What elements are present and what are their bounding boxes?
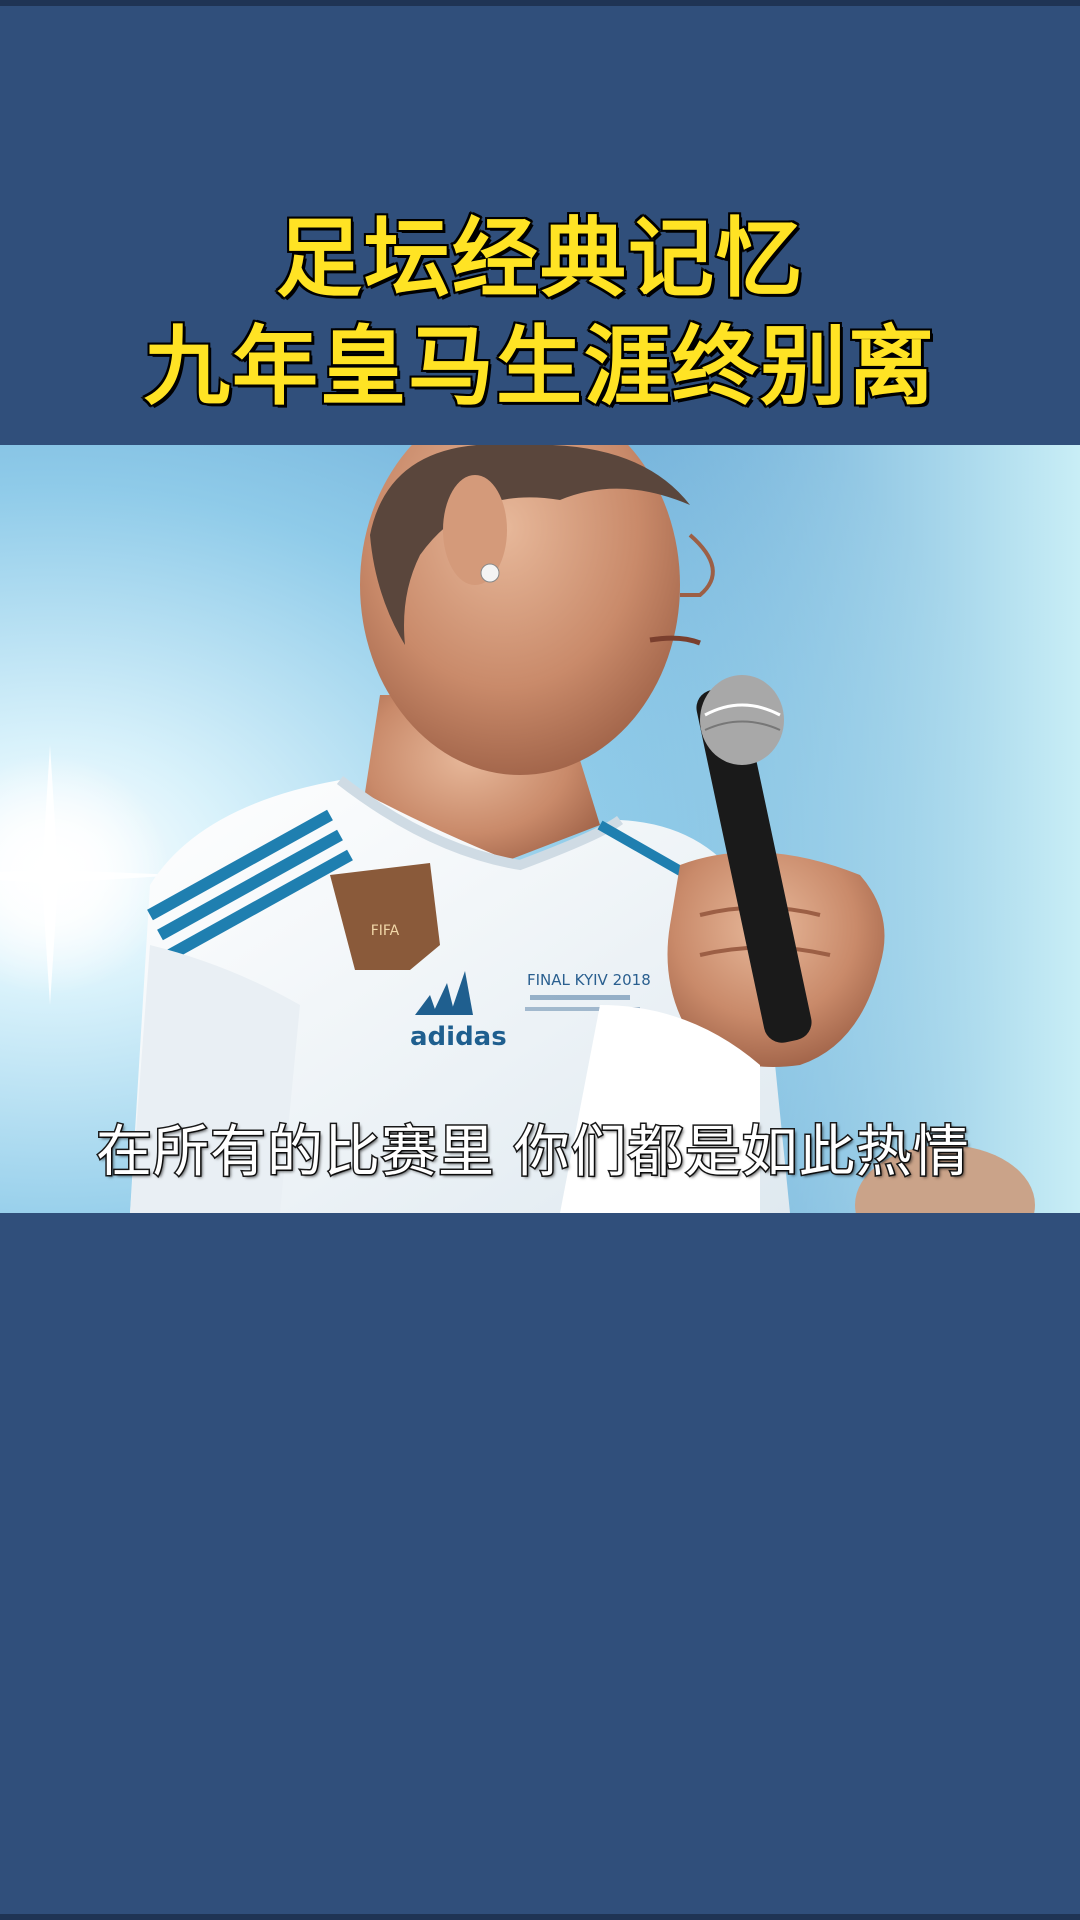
badge-text: FIFA bbox=[371, 923, 400, 939]
video-title: 足坛经典记忆 九年皇马生涯终别离 bbox=[0, 205, 1080, 421]
bottom-border bbox=[0, 1914, 1080, 1920]
title-line-2: 九年皇马生涯终别离 bbox=[142, 315, 936, 419]
jersey-text: FINAL KYIV 2018 bbox=[527, 971, 651, 989]
top-border bbox=[0, 0, 1080, 6]
video-subtitle: 在所有的比赛里 你们都是如此热情 bbox=[95, 1119, 971, 1187]
video-player[interactable]: FIFA adidas FINAL KYIV 2018 在所有的比赛里 你们都是… bbox=[0, 445, 1080, 1213]
brand-text: adidas bbox=[410, 1022, 507, 1052]
short-video-page: 足坛经典记忆 九年皇马生涯终别离 FIFA adidas FINAL KYIV … bbox=[0, 0, 1080, 1920]
video-frame-image: FIFA adidas FINAL KYIV 2018 bbox=[0, 445, 1080, 1213]
title-line-1: 足坛经典记忆 bbox=[274, 207, 804, 311]
